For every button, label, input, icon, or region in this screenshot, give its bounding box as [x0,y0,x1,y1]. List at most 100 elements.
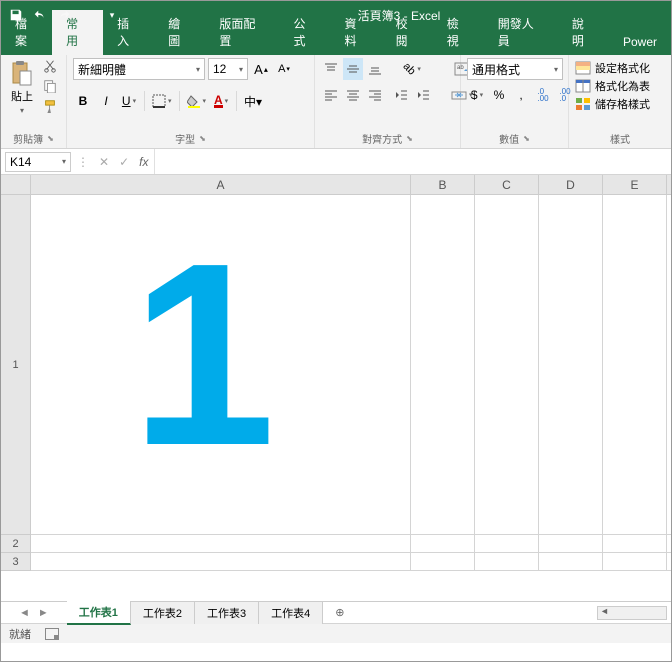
decrease-font-icon[interactable]: A▾ [274,58,294,80]
conditional-format-button[interactable]: 設定格式化 [575,60,650,76]
cell-a2[interactable] [31,535,411,552]
align-middle-icon[interactable] [343,58,363,80]
cells-area[interactable]: 1 [31,195,671,571]
tab-view[interactable]: 檢視 [433,10,484,55]
select-all-corner[interactable] [1,175,31,195]
font-launcher-icon[interactable]: ⬊ [199,134,206,143]
macro-record-icon[interactable] [45,628,59,640]
group-align: ab▾ ab ▾ 對齊方式⬊ [315,55,461,148]
fill-color-button[interactable]: ▾ [185,90,209,112]
group-number: 通用格式▾ $▾ % , .0 .00 .00 .0 數值⬊ [461,55,569,148]
cancel-formula-icon[interactable]: ✕ [99,155,109,169]
copy-icon[interactable] [41,78,59,94]
currency-button[interactable]: $▾ [467,84,487,106]
increase-font-icon[interactable]: A▴ [251,58,271,80]
sheet-nav-next-icon[interactable]: ► [38,607,49,619]
enter-formula-icon[interactable]: ✓ [119,155,129,169]
cell-c2[interactable] [475,535,539,552]
cell-a3[interactable] [31,553,411,570]
tab-data[interactable]: 資料 [331,10,382,55]
format-painter-icon[interactable] [41,98,59,114]
align-launcher-icon[interactable]: ⬊ [406,134,413,143]
format-table-button[interactable]: 格式化為表 [575,78,650,94]
new-sheet-button[interactable]: ⊕ [323,606,356,619]
row-header-1[interactable]: 1 [1,195,31,535]
sheet-nav-prev-icon[interactable]: ◄ [19,607,30,619]
cell-e1[interactable] [603,195,667,534]
cell-a1-value: 1 [131,225,276,485]
paste-label: 貼上 [11,88,33,104]
cell-d2[interactable] [539,535,603,552]
cell-b2[interactable] [411,535,475,552]
cell-d1[interactable] [539,195,603,534]
align-center-icon[interactable] [343,84,363,106]
tab-review[interactable]: 校閱 [382,10,433,55]
grid-area: A B C D E 1 2 3 1 [1,175,671,601]
col-header-d[interactable]: D [539,175,603,194]
styles-label: 樣式 [610,131,630,146]
decrease-indent-icon[interactable] [391,84,411,106]
increase-indent-icon[interactable] [413,84,433,106]
italic-button[interactable]: I [96,90,116,112]
row-header-3[interactable]: 3 [1,553,31,571]
tab-insert[interactable]: 插入 [103,10,154,55]
ribbon-tabs: 檔案 常用 插入 繪圖 版面配置 公式 資料 校閱 檢視 開發人員 說明 Pow… [1,29,671,55]
cell-a1[interactable]: 1 [31,195,411,534]
number-launcher-icon[interactable]: ⬊ [523,134,530,143]
increase-decimal-icon[interactable]: .0 .00 [533,84,553,106]
underline-button[interactable]: U▾ [119,90,139,112]
clipboard-launcher-icon[interactable]: ⬊ [47,134,54,143]
group-clipboard: 貼上 ▾ 剪貼簿 ⬊ [1,55,67,148]
percent-button[interactable]: % [489,84,509,106]
tab-help[interactable]: 說明 [558,10,609,55]
cell-e2[interactable] [603,535,667,552]
fx-icon[interactable]: fx [139,155,148,169]
tab-developer[interactable]: 開發人員 [484,10,558,55]
col-header-b[interactable]: B [411,175,475,194]
cell-b3[interactable] [411,553,475,570]
sheet-tab-4[interactable]: 工作表4 [259,601,323,624]
cell-c1[interactable] [475,195,539,534]
cell-e3[interactable] [603,553,667,570]
tab-draw[interactable]: 繪圖 [154,10,205,55]
tab-layout[interactable]: 版面配置 [205,10,279,55]
clipboard-label: 剪貼簿 [13,131,43,146]
font-name-combo[interactable]: 新細明體▾ [73,58,205,80]
status-bar: 就緒 [1,623,671,643]
col-header-c[interactable]: C [475,175,539,194]
align-top-icon[interactable] [321,58,341,80]
align-left-icon[interactable] [321,84,341,106]
cell-b1[interactable] [411,195,475,534]
comma-button[interactable]: , [511,84,531,106]
align-bottom-icon[interactable] [365,58,385,80]
sheet-tab-1[interactable]: 工作表1 [67,601,131,625]
formula-dots-icon[interactable]: ⋮ [77,155,89,169]
cell-styles-button[interactable]: 儲存格樣式 [575,96,650,112]
formula-input[interactable] [154,149,671,174]
cut-icon[interactable] [41,58,59,74]
align-right-icon[interactable] [365,84,385,106]
align-label: 對齊方式 [362,131,402,146]
cell-d3[interactable] [539,553,603,570]
tab-formulas[interactable]: 公式 [279,10,330,55]
sheet-tab-2[interactable]: 工作表2 [131,601,195,624]
font-size-combo[interactable]: 12▾ [208,58,248,80]
col-header-a[interactable]: A [31,175,411,194]
tab-file[interactable]: 檔案 [1,10,52,55]
redo-icon[interactable] [57,8,71,22]
paste-button[interactable]: 貼上 ▾ [7,58,37,117]
ribbon: 貼上 ▾ 剪貼簿 ⬊ 新細明體▾ 12▾ A▴ A▾ B I U▾ [1,55,671,149]
orientation-button[interactable]: ab▾ [391,58,433,80]
number-format-combo[interactable]: 通用格式▾ [467,58,563,80]
col-header-e[interactable]: E [603,175,667,194]
sheet-tab-3[interactable]: 工作表3 [195,601,259,624]
bold-button[interactable]: B [73,90,93,112]
tab-power[interactable]: Power [609,30,671,55]
horizontal-scrollbar[interactable] [597,606,667,620]
cell-c3[interactable] [475,553,539,570]
phonetic-button[interactable]: 中▾ [242,90,264,112]
row-header-2[interactable]: 2 [1,535,31,553]
border-button[interactable]: ▾ [150,90,174,112]
font-color-button[interactable]: A▾ [211,90,231,112]
name-box[interactable]: K14▾ [5,152,71,172]
